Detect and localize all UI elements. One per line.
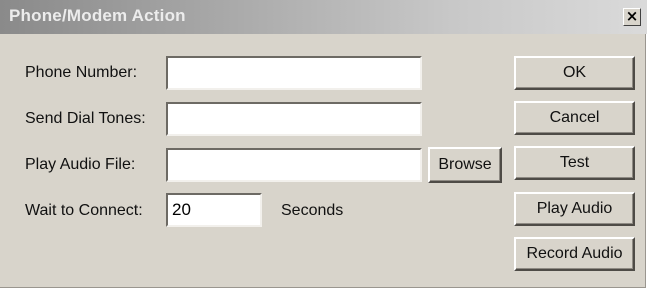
play-audio-file-label: Play Audio File: (25, 156, 136, 173)
record-audio-button[interactable]: Record Audio (514, 237, 635, 271)
browse-button[interactable]: Browse (428, 147, 502, 183)
close-button[interactable]: × (623, 7, 641, 26)
phone-modem-action-dialog: Phone/Modem Action × Phone Number: Send … (0, 0, 647, 288)
seconds-label: Seconds (281, 202, 344, 219)
send-dial-tones-label: Send Dial Tones: (25, 110, 146, 127)
wait-to-connect-label: Wait to Connect: (25, 202, 143, 219)
wait-to-connect-input[interactable] (166, 193, 262, 227)
cancel-button[interactable]: Cancel (514, 101, 635, 135)
phone-number-input[interactable] (166, 56, 422, 90)
play-audio-file-input[interactable] (166, 148, 422, 182)
ok-button[interactable]: OK (514, 56, 635, 90)
send-dial-tones-input[interactable] (166, 102, 422, 136)
play-audio-button[interactable]: Play Audio (514, 192, 635, 226)
close-icon: × (625, 7, 639, 25)
phone-number-label: Phone Number: (25, 64, 138, 81)
test-button[interactable]: Test (514, 146, 635, 180)
window-title: Phone/Modem Action (9, 6, 186, 25)
title-bar[interactable]: Phone/Modem Action × (0, 0, 647, 34)
